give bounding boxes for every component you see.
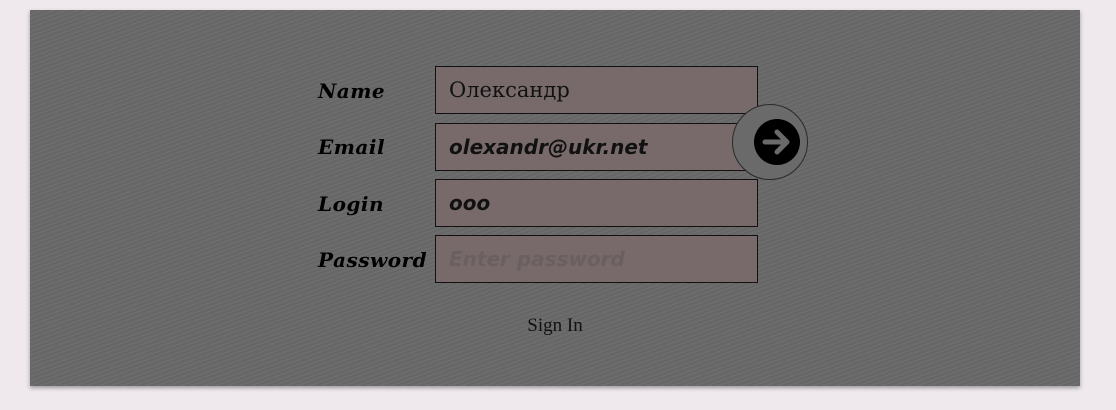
sign-in-link[interactable]: Sign In: [30, 315, 1080, 337]
submit-button[interactable]: [732, 104, 808, 180]
login-input[interactable]: [435, 179, 758, 227]
email-input[interactable]: [435, 123, 758, 171]
name-label: Name: [318, 79, 386, 103]
password-label: Password: [318, 248, 428, 272]
password-input[interactable]: [435, 235, 758, 283]
name-input[interactable]: [435, 66, 758, 114]
arrow-right-circle-icon: [754, 119, 800, 165]
login-panel: Name Email Login Password Sign In: [30, 10, 1080, 386]
email-label: Email: [318, 135, 386, 159]
login-label: Login: [318, 192, 385, 216]
